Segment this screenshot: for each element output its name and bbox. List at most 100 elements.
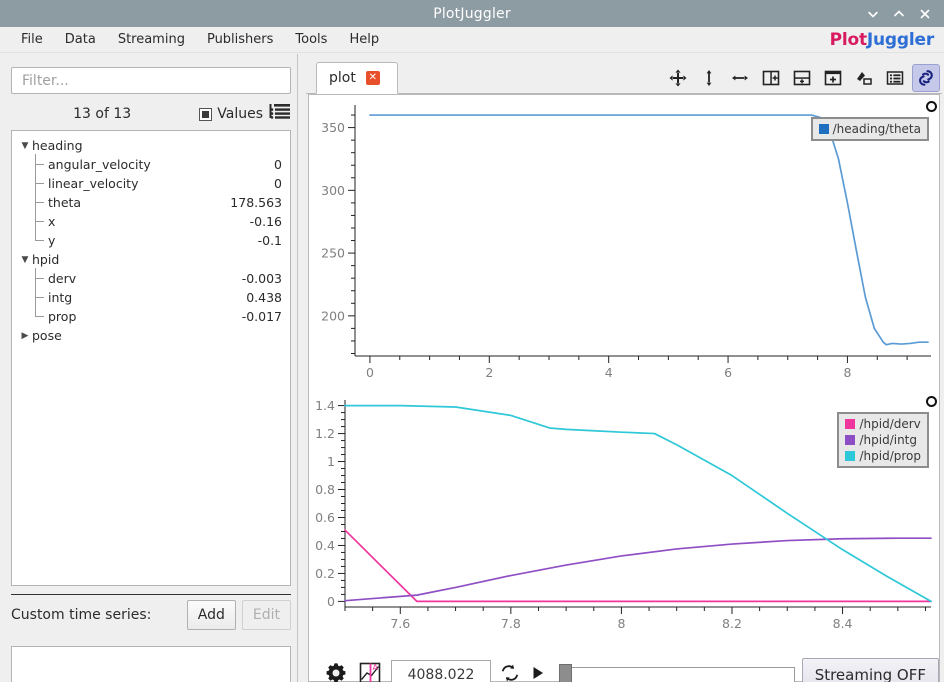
tree-group-pose[interactable]: ▶ pose	[12, 326, 290, 345]
loop-icon[interactable]	[499, 662, 521, 682]
x-tick-label: 8.4	[833, 616, 853, 631]
plot-cursor-icon[interactable]: A	[357, 660, 383, 682]
plot-toolbar	[664, 62, 940, 94]
legend-list-button[interactable]	[881, 64, 909, 92]
split-horizontal-button[interactable]	[757, 64, 785, 92]
minimize-icon[interactable]	[860, 0, 886, 27]
pan-tool[interactable]	[664, 64, 692, 92]
play-icon[interactable]	[529, 664, 547, 682]
y-tick-label: 0	[327, 594, 335, 609]
legend-drag-handle[interactable]	[926, 101, 937, 112]
tree-item-label: prop	[48, 309, 77, 324]
legend-item[interactable]: /hpid/intg	[845, 433, 921, 447]
x-tick-label: 4	[605, 365, 613, 380]
gear-icon[interactable]	[323, 660, 349, 682]
close-icon[interactable]	[912, 0, 938, 27]
legend-item[interactable]: /heading/theta	[818, 122, 921, 136]
custom-series-list[interactable]	[11, 646, 291, 682]
svg-text:A: A	[373, 663, 379, 672]
chevron-down-icon[interactable]: ▼	[18, 141, 32, 151]
zoom-horizontal-tool[interactable]	[726, 64, 754, 92]
menu-item-publishers[interactable]: Publishers	[196, 30, 284, 49]
tree-item-label: hpid	[32, 252, 60, 267]
y-tick-label: 350	[321, 120, 345, 135]
edit-button[interactable]: Edit	[241, 600, 291, 630]
x-tick-label: 8	[843, 365, 851, 380]
streaming-toggle-button[interactable]: Streaming OFF	[801, 658, 939, 682]
series-line-hpid-intg	[344, 537, 932, 602]
link-axes-button[interactable]	[912, 64, 940, 92]
chevron-right-icon[interactable]: ▶	[18, 331, 32, 341]
maximize-icon[interactable]	[886, 0, 912, 27]
add-plot-button[interactable]	[819, 64, 847, 92]
tree-item-label: x	[48, 214, 56, 229]
y-tick-label: 200	[321, 308, 345, 323]
tree-item-value: 178.563	[230, 195, 282, 210]
add-button[interactable]: Add	[186, 600, 236, 630]
legend-label: /hpid/prop	[859, 449, 921, 463]
tree-leaf-theta[interactable]: theta 178.563	[12, 192, 290, 212]
chart-legend[interactable]: /hpid/derv/hpid/intg/hpid/prop	[837, 412, 929, 468]
series-count-label: 13 of 13	[73, 106, 132, 122]
slider-handle[interactable]	[559, 664, 572, 682]
tab-plot[interactable]: plot ✕	[316, 62, 398, 94]
tree-leaf-derv[interactable]: derv -0.003	[12, 268, 290, 288]
tree-leaf-linear_velocity[interactable]: linear_velocity 0	[12, 173, 290, 193]
y-tick-label: 0.2	[315, 566, 335, 581]
menu-item-file[interactable]: File	[10, 30, 54, 49]
tree-group-hpid[interactable]: ▼ hpid	[12, 250, 290, 269]
tree-connector	[32, 306, 48, 326]
window-title: PlotJuggler	[433, 5, 511, 22]
tree-connector	[32, 287, 48, 307]
series-line-heading-theta	[369, 114, 929, 346]
close-icon[interactable]: ✕	[365, 71, 380, 85]
list-icon[interactable]	[269, 103, 291, 125]
x-tick-label: 2	[485, 365, 493, 380]
tree-item-label: y	[48, 233, 56, 248]
tree-item-label: angular_velocity	[48, 157, 151, 172]
time-slider[interactable]	[559, 664, 795, 682]
tree-leaf-angular_velocity[interactable]: angular_velocity 0	[12, 154, 290, 174]
window-controls	[860, 0, 938, 27]
series-tree[interactable]: ▼ heading angular_velocity 0 linear_velocity…	[11, 130, 291, 586]
menu-item-data[interactable]: Data	[54, 30, 107, 49]
split-vertical-button[interactable]	[788, 64, 816, 92]
legend-label: /hpid/derv	[859, 417, 921, 431]
chart-heading-theta[interactable]: 0 2 4 6 8 200 250 300 350/heading/theta	[309, 95, 939, 390]
menu-item-tools[interactable]: Tools	[284, 30, 338, 49]
filter-field[interactable]	[11, 67, 291, 94]
x-tick-label: 6	[724, 365, 732, 380]
values-radio-icon[interactable]	[199, 107, 213, 121]
tree-group-heading[interactable]: ▼ heading	[12, 136, 290, 155]
tree-leaf-y[interactable]: y -0.1	[12, 230, 290, 250]
chart-hpid[interactable]: 7.6 7.8 8 8.2 8.4 0 0.2 0.4 0.6 0.8 1 1.2 1.4/hpid/d…	[309, 390, 939, 643]
custom-series-label: Custom time series:	[11, 607, 152, 623]
chevron-down-icon[interactable]: ▼	[18, 255, 32, 265]
tree-leaf-intg[interactable]: intg 0.438	[12, 287, 290, 307]
tree-leaf-x[interactable]: x -0.16	[12, 211, 290, 231]
search-input[interactable]	[20, 71, 282, 90]
tree-item-label: intg	[48, 290, 73, 305]
legend-color-swatch	[845, 451, 856, 461]
y-tick-label: 1.2	[315, 426, 335, 441]
time-field[interactable]: 4088.022	[391, 660, 491, 682]
tree-item-value: -0.003	[241, 271, 282, 286]
menu-item-streaming[interactable]: Streaming	[107, 30, 196, 49]
legend-item[interactable]: /hpid/prop	[845, 449, 921, 463]
series-line-hpid-derv	[344, 529, 932, 603]
tree-item-label: pose	[32, 328, 62, 343]
menu-item-help[interactable]: Help	[338, 30, 390, 49]
tree-leaf-prop[interactable]: prop -0.017	[12, 306, 290, 326]
tree-connector	[32, 173, 48, 193]
tree-connector	[32, 211, 48, 231]
logo-part-plot: Plot	[829, 30, 867, 50]
zoom-vertical-tool[interactable]	[695, 64, 723, 92]
logo-part-juggler: Juggler	[866, 30, 934, 50]
style-brush-button[interactable]	[850, 64, 878, 92]
y-tick-label: 300	[321, 183, 345, 198]
chart-legend[interactable]: /heading/theta	[810, 117, 929, 141]
y-tick-label: 0.6	[315, 510, 335, 525]
values-toggle[interactable]: Values	[199, 106, 263, 122]
legend-drag-handle[interactable]	[926, 396, 937, 407]
legend-item[interactable]: /hpid/derv	[845, 417, 921, 431]
